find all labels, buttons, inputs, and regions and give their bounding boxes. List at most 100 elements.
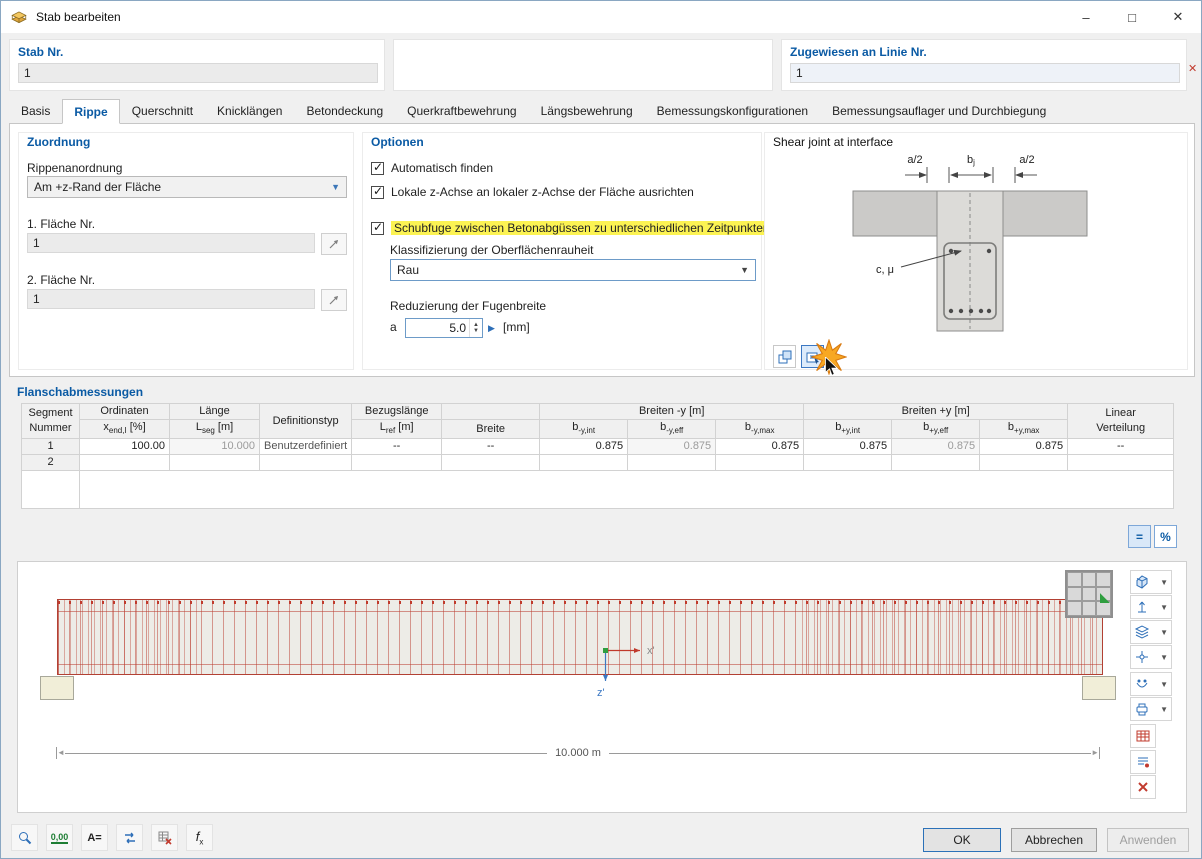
col-subheader-xend: xend,I [%] [79,418,170,440]
printer-icon [1136,703,1148,716]
result-table-button[interactable] [1130,724,1156,748]
header-empty-box [393,39,773,91]
flaeche2-label: 2. Fläche Nr. [27,273,96,287]
col-subheader-bm-int: b-y,int [539,418,629,440]
checkbox-label: Lokale z-Achse an lokaler z-Achse der Fl… [391,185,694,199]
flaeche2-pick-button[interactable] [321,289,347,311]
support-left[interactable] [40,676,74,700]
tab-querschnitt[interactable]: Querschnitt [120,98,205,123]
col-subheader-bp-max: b+y,max [979,418,1069,440]
ok-button[interactable]: OK [923,828,1001,852]
tab-betondeckung[interactable]: Betondeckung [294,98,395,123]
rippenanordnung-select[interactable]: Am +z-Rand der Fläche ▼ [27,176,347,198]
tab-basis[interactable]: Basis [9,98,62,123]
checkbox-label: Automatisch finden [391,161,494,175]
units-settings-button[interactable]: 0,00 [46,824,73,851]
col-subheader-bm-max: b-y,max [715,418,805,440]
checkbox-label-highlighted: Schubfuge zwischen Betonabgüssen zu unte… [391,221,773,235]
formula-button[interactable]: fx [186,824,213,851]
titlebar[interactable]: Stab bearbeiten – □ ✕ [1,1,1201,33]
mesh-dense-left [58,600,198,674]
annotation-button[interactable]: A= [81,824,108,851]
member-number-box: Stab Nr. [9,39,385,91]
length-dimension: ◄ 10.000 m ► [56,747,1100,759]
delete-rows-button[interactable] [151,824,178,851]
remove-line-assignment-button[interactable]: ✕ [1188,59,1202,77]
mm-unit-label: [mm] [503,320,530,334]
numbering-list-button[interactable] [1130,750,1156,774]
flanschabmessungen-title: Flanschabmessungen [17,385,144,399]
svg-text:c, μ: c, μ [876,264,894,276]
tbeam-cross-section-diagram: a/2 bj a/2 c, μ [852,154,1088,332]
clear-view-button[interactable] [1130,775,1156,799]
svg-text:bj: bj [967,154,975,167]
find-in-graphic-button[interactable] [11,824,38,851]
member-number-input[interactable] [18,63,378,83]
chevron-down-icon: ▼ [1160,704,1168,714]
svg-text:a/2: a/2 [1019,154,1034,166]
window-title: Stab bearbeiten [36,10,121,24]
rotate-arc-icon [1136,679,1148,688]
chevron-down-icon: ▼ [331,182,340,192]
absolute-values-button[interactable]: = [1128,525,1151,548]
tab-bemessungsauflager[interactable]: Bemessungsauflager und Durchbiegung [820,98,1058,123]
detail-arrow-button[interactable]: ▶ [485,318,498,338]
tab-bar: Basis Rippe Querschnitt Knicklängen Beto… [9,98,1058,124]
tab-bemessungskonfigurationen[interactable]: Bemessungskonfigurationen [645,98,820,123]
mouse-cursor [825,357,839,376]
checkbox-automatisch-finden[interactable] [371,160,384,175]
svg-text:z': z' [597,687,605,699]
checkbox-schubfuge[interactable] [371,220,384,235]
support-right[interactable] [1082,676,1116,700]
stab-bearbeiten-dialog: { "window": {"title": "Stab bearbeiten"}… [0,0,1202,859]
rotate-view-button[interactable]: ▼ [1130,672,1172,696]
mesh-dense-right [802,600,1102,674]
tab-knicklaengen[interactable]: Knicklängen [205,98,294,123]
footer-buttons: OK Abbrechen Anwenden [923,828,1189,852]
table-filler-row [21,470,1175,510]
exchange-button[interactable] [116,824,143,851]
spinner-arrows-icon[interactable]: ▲ ▼ [469,319,482,337]
print-button[interactable]: ▼ [1130,697,1172,721]
col-header-ordinaten: Ordinaten [79,403,170,420]
assigned-line-input[interactable] [790,63,1180,83]
visibility-layers-button[interactable]: ▼ [1130,620,1172,644]
view-cube[interactable] [1065,570,1113,618]
col-subheader-lseg: Lseg [m] [169,418,260,440]
swap-arrows-icon [124,832,135,843]
list-lines-icon [1138,757,1149,768]
graphics-viewport[interactable]: x' z' ◄ 10.000 m ► ▼ ▼ ▼ ▼ ▼ ▼ [17,561,1187,813]
tab-rippe[interactable]: Rippe [62,99,120,124]
fugenbreite-label: Reduzierung der Fugenbreite [390,299,547,313]
percent-values-button[interactable]: % [1154,525,1177,548]
shear-joint-group: Shear joint at interface a/2 bj a/2 c, μ [764,132,1188,376]
col-header-linear: Linear Verteilung [1067,402,1175,440]
flaeche1-pick-button[interactable] [321,233,347,255]
sync-graphic-button[interactable] [773,345,796,368]
maximize-icon[interactable]: □ [1109,1,1155,33]
col-header-bezugslaenge: Bezugslänge [351,403,443,420]
close-icon[interactable]: ✕ [1155,1,1201,33]
isometric-view-button[interactable]: ▼ [1130,570,1172,594]
flansch-table: Segment Nummer Ordinaten Länge Definition… [21,402,1175,510]
flaeche2-input[interactable] [27,289,315,309]
view-direction-button[interactable]: ▼ [1130,595,1172,619]
checkbox-lokale-z-achse[interactable] [371,184,384,199]
col-subheader-bm-eff: b-y,eff [627,418,717,440]
col-header-laenge: Länge [169,403,260,420]
cancel-button[interactable]: Abbrechen [1011,828,1097,852]
tab-querkraftbewehrung[interactable]: Querkraftbewehrung [395,98,528,123]
flaeche1-label: 1. Fläche Nr. [27,217,96,231]
node-axes-button[interactable]: ▼ [1130,645,1172,669]
member-mesh-rendering[interactable] [57,599,1103,675]
local-axes-indicator: x' z' [597,645,655,699]
col-subheader-lref: Lref [m] [351,418,443,440]
tab-laengsbewehrung[interactable]: Längsbewehrung [529,98,645,123]
chevron-down-icon: ▼ [1160,602,1168,612]
fugenbreite-spinner[interactable]: 5.0 ▲ ▼ [405,318,483,338]
minimize-icon[interactable]: – [1063,1,1109,33]
flaeche1-input[interactable] [27,233,315,253]
oberflaechenrauheit-select[interactable]: Rau ▼ [390,259,756,281]
shear-joint-title: Shear joint at interface [773,135,894,149]
isometric-cube-icon [1136,575,1148,589]
